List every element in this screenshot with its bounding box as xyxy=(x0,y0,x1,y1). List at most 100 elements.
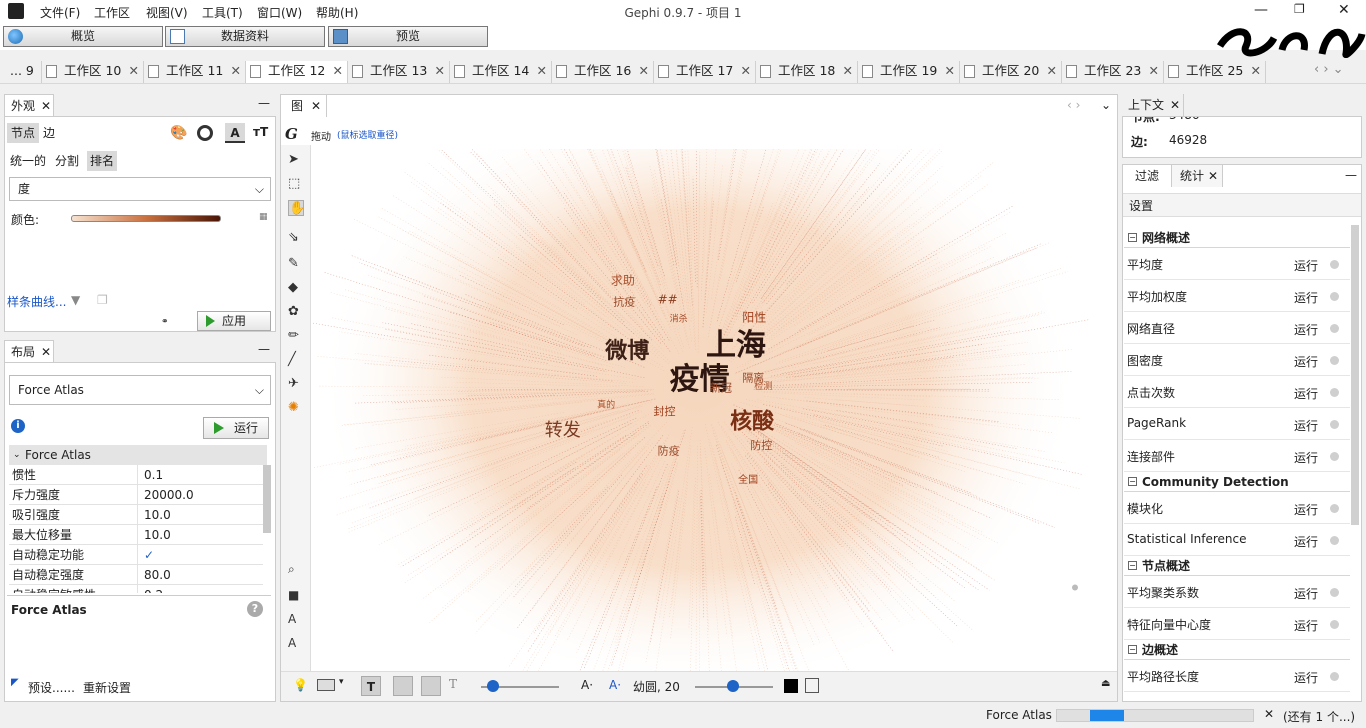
run-stat-button[interactable]: 运行 xyxy=(1294,321,1318,338)
text-color-icon[interactable]: A xyxy=(288,612,304,628)
ranking-attribute-select[interactable]: 度 ⌵ xyxy=(9,177,271,201)
rectangle-select-icon[interactable]: ⬚ xyxy=(288,176,304,192)
font-size-decrease-icon[interactable]: A· xyxy=(609,678,621,692)
tab-edges[interactable]: 边 xyxy=(43,123,63,143)
close-tab-icon[interactable]: ✕ xyxy=(1047,61,1057,81)
layout-property-row[interactable]: 自动稳定强度 80.0 xyxy=(9,565,263,585)
run-stat-button[interactable]: 运行 xyxy=(1294,353,1318,370)
run-stat-button[interactable]: 运行 xyxy=(1294,585,1318,602)
tab-ranking[interactable]: 排名 xyxy=(87,151,117,171)
menu-help[interactable]: 帮助(H) xyxy=(316,4,358,21)
layout-algorithm-select[interactable]: Force Atlas ⌵ xyxy=(9,375,271,405)
gear-color-icon[interactable]: ✺ xyxy=(288,400,304,416)
prev-tab-icon[interactable]: ‹ › xyxy=(1067,98,1080,112)
node-label[interactable]: 抗疫 xyxy=(613,295,635,309)
copy-icon[interactable]: ❐ xyxy=(97,293,108,307)
font-label[interactable]: 幼圆, 20 xyxy=(633,678,680,695)
run-stat-button[interactable]: 运行 xyxy=(1294,669,1318,686)
stats-section-header[interactable]: − Community Detection xyxy=(1124,472,1350,492)
workspace-tab[interactable]: 工作区 11 ✕ xyxy=(144,61,246,83)
property-value[interactable]: ✓ xyxy=(137,545,263,565)
cancel-task-icon[interactable]: ✕ xyxy=(1264,707,1274,721)
airplane-icon[interactable]: ✈ xyxy=(288,376,304,392)
workspace-tab[interactable]: 工作区 20 ✕ xyxy=(960,61,1062,83)
node-label[interactable]: ## xyxy=(658,293,678,307)
preview-button[interactable]: 预览 xyxy=(328,26,488,47)
reset-button[interactable]: 重新设置 xyxy=(83,679,131,696)
properties-scrollbar[interactable] xyxy=(263,465,271,533)
pencil-icon[interactable]: ✏ xyxy=(288,328,304,344)
font-size-increase-icon[interactable]: A· xyxy=(581,678,593,692)
run-stat-button[interactable]: 运行 xyxy=(1294,417,1318,434)
spline-link[interactable]: 样条曲线... xyxy=(7,293,66,310)
stat-info-icon[interactable] xyxy=(1330,260,1339,269)
node-label[interactable]: 阳性 xyxy=(742,310,766,324)
zoom-icon[interactable]: ⌕ xyxy=(288,562,304,578)
brush-icon[interactable]: ✎ xyxy=(288,256,304,272)
isolated-node[interactable] xyxy=(1072,584,1078,591)
property-value[interactable]: 20000.0 xyxy=(137,485,263,505)
stats-section-header[interactable]: − 节点概述 xyxy=(1124,556,1350,576)
select-neighbors-icon[interactable]: ⇘ xyxy=(288,230,304,246)
close-tab-icon[interactable]: ✕ xyxy=(435,61,445,81)
slider-thumb[interactable] xyxy=(487,680,499,692)
layout-property-row[interactable]: 惯性 0.1 xyxy=(9,465,263,485)
drag-hand-icon[interactable]: ✋ xyxy=(288,200,305,216)
data-lab-button[interactable]: 数据资料 xyxy=(165,26,325,47)
property-value[interactable]: 0.1 xyxy=(137,465,263,485)
label-size-icon[interactable]: тT xyxy=(253,125,268,139)
stat-info-icon[interactable] xyxy=(1330,672,1339,681)
stats-section-header[interactable]: − 网络概述 xyxy=(1124,228,1350,248)
close-tab-icon[interactable]: ✕ xyxy=(129,61,139,81)
tab-layout[interactable]: 布局 ✕ xyxy=(4,340,54,362)
close-tab-icon[interactable]: ✕ xyxy=(537,61,547,81)
highlighter-icon[interactable]: ╱ xyxy=(288,352,304,368)
close-tab-icon[interactable]: ✕ xyxy=(741,61,751,81)
stat-info-icon[interactable] xyxy=(1330,452,1339,461)
close-tab-icon[interactable]: ✕ xyxy=(639,61,649,81)
edges-icon[interactable] xyxy=(393,676,413,696)
close-tab-icon[interactable]: ✕ xyxy=(231,61,241,81)
menu-tools[interactable]: 工具(T) xyxy=(202,4,243,21)
workspace-tab[interactable]: ... 9 xyxy=(4,61,42,83)
run-stat-button[interactable]: 运行 xyxy=(1294,617,1318,634)
gradient-menu-icon[interactable]: ▦ xyxy=(259,212,268,222)
lightbulb-icon[interactable]: 💡 xyxy=(293,678,308,692)
layout-property-row[interactable]: 斥力强度 20000.0 xyxy=(9,485,263,505)
slider-thumb[interactable] xyxy=(727,680,739,692)
minimize-panel-icon[interactable]: — xyxy=(258,96,270,110)
network-visualization[interactable]: 求助抗疫 ##阳性微博 上海疫情新冠隔离封控 核酸转发防疫 防控全国真的检测消杀 xyxy=(311,149,1117,671)
node-label[interactable]: 消杀 xyxy=(670,312,688,324)
remaining-tasks[interactable]: (还有 1 个...) xyxy=(1283,708,1355,725)
workspace-tab[interactable]: 工作区 13 ✕ xyxy=(348,61,450,83)
layout-property-row[interactable]: 最大位移量 10.0 xyxy=(9,525,263,545)
workspace-tab[interactable]: 工作区 12 ✕ xyxy=(246,61,348,83)
stat-info-icon[interactable] xyxy=(1330,588,1339,597)
layout-property-row[interactable]: 自动稳定功能 ✓ xyxy=(9,545,263,565)
node-label[interactable]: 检测 xyxy=(754,380,772,392)
stat-info-icon[interactable] xyxy=(1330,388,1339,397)
stat-info-icon[interactable] xyxy=(1330,620,1339,629)
run-stat-button[interactable]: 运行 xyxy=(1294,385,1318,402)
stats-scrollbar[interactable] xyxy=(1351,225,1359,525)
maximize-icon[interactable]: ❐ xyxy=(1294,2,1305,16)
run-layout-button[interactable]: 运行 xyxy=(203,417,269,439)
background-color-icon[interactable] xyxy=(784,679,798,693)
node-label[interactable]: 转发 xyxy=(545,420,581,441)
pointer-icon[interactable]: ➤ xyxy=(288,152,304,168)
apply-button[interactable]: 应用 xyxy=(197,311,271,331)
stat-info-icon[interactable] xyxy=(1330,504,1339,513)
preset-button[interactable]: 预设...... xyxy=(28,679,75,696)
close-tab-icon[interactable]: ✕ xyxy=(1251,61,1261,81)
run-stat-button[interactable]: 运行 xyxy=(1294,289,1318,306)
size-icon[interactable] xyxy=(197,125,213,141)
tab-unique[interactable]: 统一的 xyxy=(7,151,51,171)
menu-file[interactable]: 文件(F) xyxy=(40,4,80,21)
node-label[interactable]: 求助 xyxy=(611,274,635,288)
node-label[interactable]: 防控 xyxy=(750,438,772,452)
menu-workspace[interactable]: 工作区 xyxy=(94,4,130,21)
workspace-tab[interactable]: 工作区 25 ✕ xyxy=(1164,61,1266,83)
tab-statistics[interactable]: 统计 ✕ xyxy=(1171,165,1223,187)
workspace-tab[interactable]: 工作区 10 ✕ xyxy=(42,61,144,83)
workspace-tab[interactable]: 工作区 18 ✕ xyxy=(756,61,858,83)
